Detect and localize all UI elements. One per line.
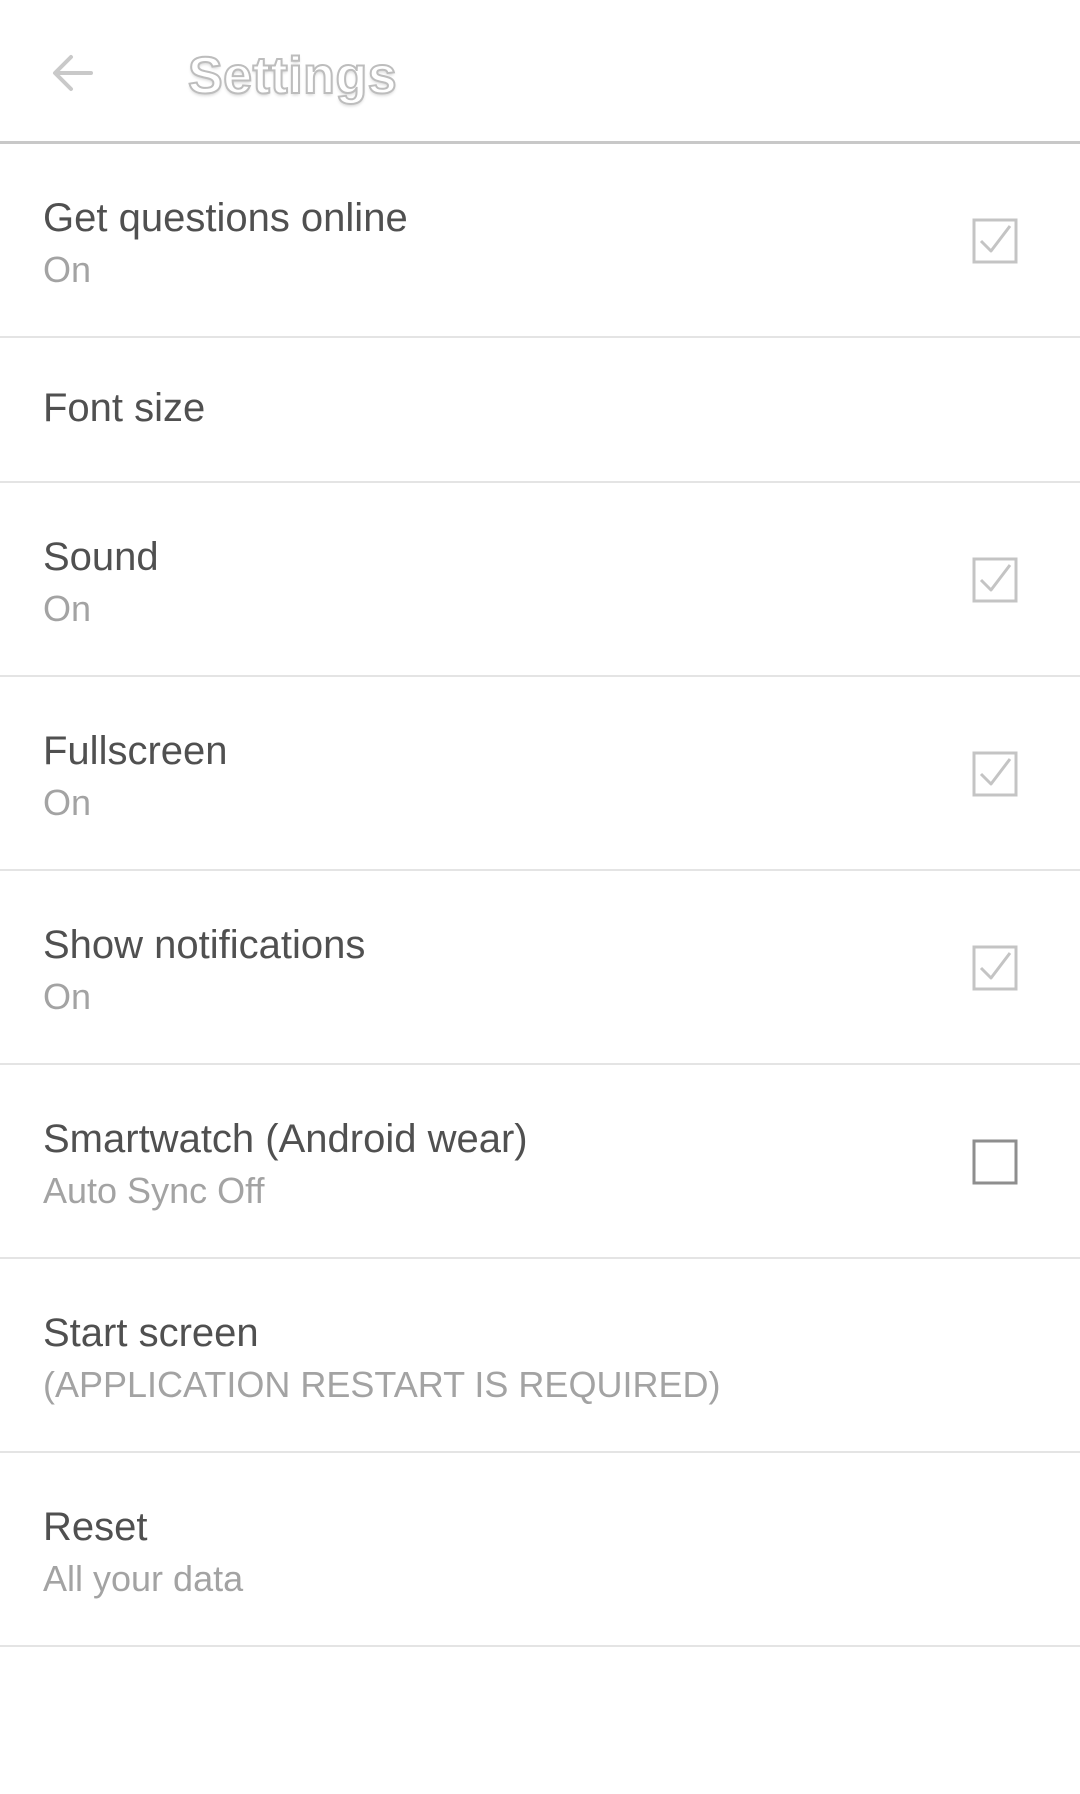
setting-summary: On — [43, 782, 92, 823]
setting-title: Reset — [43, 1505, 148, 1549]
checkbox-checked-icon — [972, 218, 1018, 264]
setting-sound[interactable]: Sound On — [0, 483, 1080, 677]
smartwatch-checkbox[interactable] — [972, 1139, 1018, 1185]
setting-title: Show notifications — [43, 923, 366, 967]
app-bar: Settings — [0, 0, 1080, 144]
checkbox-checked-icon — [972, 751, 1018, 797]
sound-checkbox[interactable] — [972, 557, 1018, 603]
checkbox-checked-icon — [972, 945, 1018, 991]
setting-title: Start screen — [43, 1311, 259, 1355]
arrow-left-icon — [45, 45, 101, 101]
setting-summary: On — [43, 588, 92, 629]
settings-list: Get questions online On Font size Sound … — [0, 144, 1080, 1647]
setting-summary: All your data — [43, 1558, 244, 1599]
checkbox-checked-icon — [972, 557, 1018, 603]
setting-title: Smartwatch (Android wear) — [43, 1117, 528, 1161]
page-title: Settings — [187, 46, 398, 106]
setting-smartwatch[interactable]: Smartwatch (Android wear) Auto Sync Off — [0, 1065, 1080, 1259]
setting-summary: (APPLICATION RESTART IS REQUIRED) — [43, 1364, 721, 1405]
back-button[interactable] — [36, 36, 110, 110]
setting-title: Get questions online — [43, 196, 408, 240]
setting-summary: Auto Sync Off — [43, 1170, 265, 1211]
setting-title: Sound — [43, 535, 159, 579]
setting-title: Font size — [43, 386, 206, 430]
checkbox-unchecked-icon — [972, 1139, 1018, 1185]
setting-title: Fullscreen — [43, 729, 228, 773]
setting-start-screen[interactable]: Start screen (APPLICATION RESTART IS REQ… — [0, 1259, 1080, 1453]
setting-reset[interactable]: Reset All your data — [0, 1453, 1080, 1647]
show-notifications-checkbox[interactable] — [972, 945, 1018, 991]
get-questions-online-checkbox[interactable] — [972, 218, 1018, 264]
setting-show-notifications[interactable]: Show notifications On — [0, 871, 1080, 1065]
setting-get-questions-online[interactable]: Get questions online On — [0, 144, 1080, 338]
setting-summary: On — [43, 976, 92, 1017]
setting-fullscreen[interactable]: Fullscreen On — [0, 677, 1080, 871]
fullscreen-checkbox[interactable] — [972, 751, 1018, 797]
setting-font-size[interactable]: Font size — [0, 338, 1080, 483]
setting-summary: On — [43, 249, 92, 290]
